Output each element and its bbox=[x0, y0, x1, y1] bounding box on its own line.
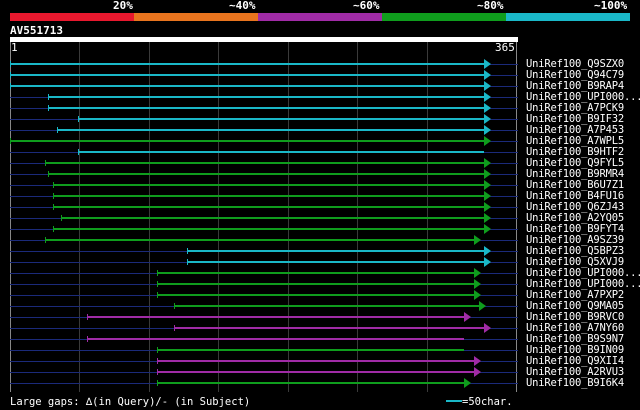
hit-alignment-bar[interactable] bbox=[77, 151, 484, 153]
hit-alignment-bar[interactable] bbox=[47, 107, 484, 109]
hit-alignment-bar[interactable] bbox=[174, 305, 479, 307]
hit-alignment-bar[interactable] bbox=[77, 118, 484, 120]
hit-alignment-bar[interactable] bbox=[157, 349, 465, 351]
hit-alignment-bar[interactable] bbox=[10, 74, 484, 76]
hit-arrow-icon bbox=[484, 158, 491, 168]
hit-alignment-bar[interactable] bbox=[157, 360, 474, 362]
hit-arrow-icon bbox=[484, 125, 491, 135]
hit-arrow-icon bbox=[484, 191, 491, 201]
hit-alignment-bar[interactable] bbox=[52, 184, 484, 186]
hit-alignment-bar[interactable] bbox=[157, 272, 474, 274]
hit-arrow-icon bbox=[484, 70, 491, 80]
gap-legend-text: Large gaps: ∆(in Query)/- (in Subject) bbox=[10, 396, 251, 408]
query-start-label: 1 bbox=[11, 41, 18, 54]
hit-alignment-bar[interactable] bbox=[86, 316, 465, 318]
hit-arrow-icon bbox=[473, 356, 481, 366]
hit-arrow-icon bbox=[484, 323, 491, 333]
hit-arrow-icon bbox=[464, 312, 472, 322]
hit-alignment-bar[interactable] bbox=[86, 338, 465, 340]
legend-bar-20 bbox=[10, 13, 134, 21]
hit-arrow-icon bbox=[473, 268, 481, 278]
legend-bar-80 bbox=[382, 13, 506, 21]
hit-alignment-bar[interactable] bbox=[10, 63, 484, 65]
hit-arrow-icon bbox=[464, 378, 472, 388]
hit-arrow-icon bbox=[484, 114, 491, 124]
hit-arrow-icon bbox=[484, 202, 491, 212]
hit-alignment-bar[interactable] bbox=[157, 382, 465, 384]
query-bar bbox=[10, 37, 518, 42]
scale-legend-text: =50char. bbox=[462, 396, 513, 408]
hit-alignment-bar[interactable] bbox=[157, 283, 474, 285]
hit-alignment-bar[interactable] bbox=[10, 85, 484, 87]
hit-arrow-icon bbox=[484, 59, 491, 69]
query-name: AV551713 bbox=[10, 24, 63, 37]
hit-alignment-bar[interactable] bbox=[56, 129, 484, 131]
hit-alignment-bar[interactable] bbox=[52, 195, 484, 197]
hit-alignment-bar[interactable] bbox=[47, 173, 484, 175]
hit-arrow-icon bbox=[478, 301, 486, 311]
legend-bar-40 bbox=[134, 13, 258, 21]
hit-alignment-bar[interactable] bbox=[174, 327, 484, 329]
hit-alignment-bar[interactable] bbox=[47, 96, 484, 98]
legend-bar-60 bbox=[258, 13, 382, 21]
hit-alignment-bar[interactable] bbox=[10, 140, 484, 142]
hit-arrow-icon bbox=[473, 235, 481, 245]
hit-name-link[interactable]: UniRef100_B9I6K4 bbox=[526, 378, 624, 389]
legend-label-20: 20% bbox=[113, 0, 133, 12]
hit-arrow-icon bbox=[484, 92, 491, 102]
legend-bar-100 bbox=[506, 13, 630, 21]
hit-alignment-bar[interactable] bbox=[45, 162, 484, 164]
hit-arrow-icon bbox=[473, 290, 481, 300]
hit-arrow-icon bbox=[484, 246, 491, 256]
hit-alignment-bar[interactable] bbox=[60, 217, 484, 219]
hit-arrow-icon bbox=[484, 103, 491, 113]
hit-alignment-bar[interactable] bbox=[45, 239, 474, 241]
hit-alignment-bar[interactable] bbox=[52, 228, 484, 230]
hit-alignment-bar[interactable] bbox=[157, 371, 474, 373]
query-end-label: 365 bbox=[495, 41, 515, 54]
legend-label-80: ~80% bbox=[477, 0, 504, 12]
hit-arrow-icon bbox=[484, 213, 491, 223]
hit-arrow-icon bbox=[484, 169, 491, 179]
hit-alignment-bar[interactable] bbox=[187, 261, 484, 263]
hit-alignment-bar[interactable] bbox=[52, 206, 484, 208]
hit-arrow-icon bbox=[473, 367, 481, 377]
hit-alignment-bar[interactable] bbox=[157, 294, 474, 296]
hit-row[interactable]: UniRef100_B9I6K4 bbox=[0, 378, 640, 389]
legend-label-100: ~100% bbox=[594, 0, 628, 12]
hit-arrow-icon bbox=[484, 136, 491, 146]
hit-arrow-icon bbox=[484, 81, 491, 91]
hit-arrow-icon bbox=[484, 224, 491, 234]
scale-swatch bbox=[446, 400, 462, 402]
hit-arrow-icon bbox=[484, 180, 491, 190]
legend-label-40: ~40% bbox=[229, 0, 256, 12]
hit-arrow-icon bbox=[484, 257, 491, 267]
hit-alignment-bar[interactable] bbox=[187, 250, 484, 252]
hit-arrow-icon bbox=[473, 279, 481, 289]
legend-label-60: ~60% bbox=[353, 0, 380, 12]
